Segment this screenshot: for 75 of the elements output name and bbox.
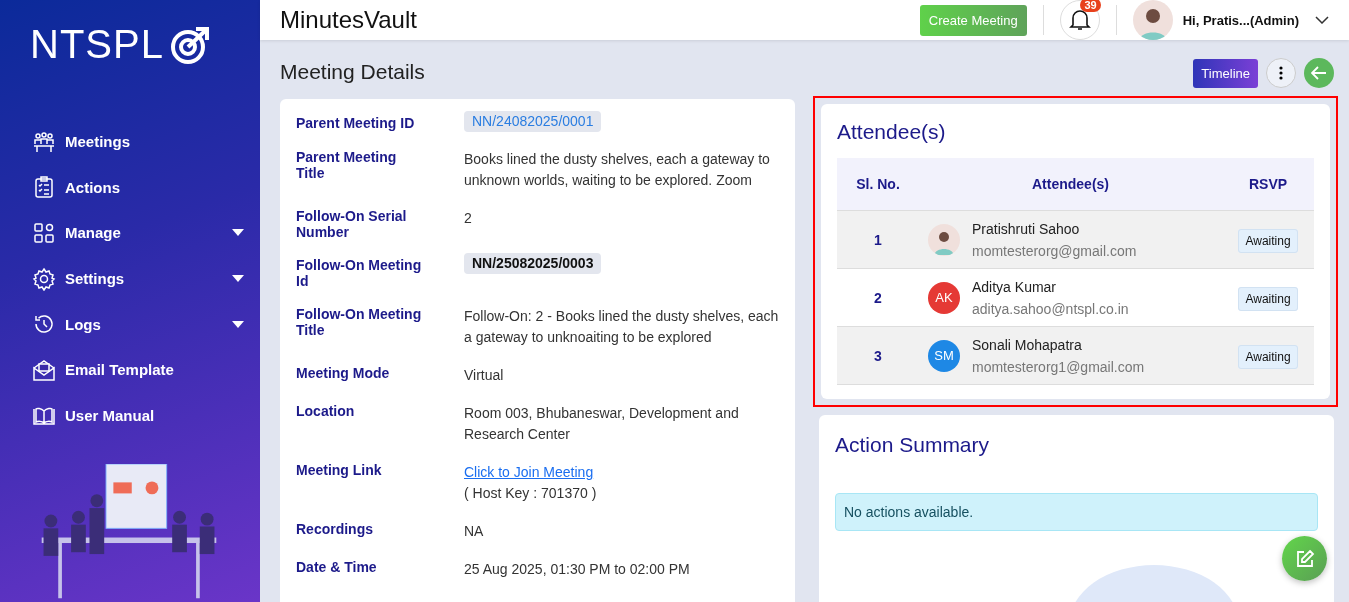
join-meeting-link[interactable]: Click to Join Meeting [464,462,594,483]
sidebar-item[interactable]: Email Template [0,346,260,393]
timeline-button[interactable]: Timeline [1193,58,1258,88]
rsvp-status-badge: Awaiting [1238,228,1298,253]
host-key-text: ( Host Key : 701370 ) [464,484,597,503]
chevron-down-icon[interactable] [1315,16,1329,24]
page-title: Meeting Details [280,60,426,84]
sidebar-item-label: Email Template [65,361,175,379]
sidebar-item-label: User Manual [65,406,156,424]
field-value: Room 003, Bhubaneswar, Development and Research Center [464,404,740,444]
user-menu[interactable]: Hi, Pratis...(Admin) [1182,12,1299,28]
column-header: Sl. No. [837,158,919,211]
sidebar-item-label: Settings [65,270,126,288]
column-header: RSVP [1222,158,1314,211]
sidebar-item[interactable]: Manage [0,210,260,256]
field-label: Meeting Link [296,462,383,480]
field-label: Meeting Mode [296,365,391,383]
field-value: Follow-On: 2 - Books lined the dusty shelves, each a gateway to unknoaiting to be explored [464,307,779,347]
field-label: Follow-On Serial Number [296,208,408,240]
attendee-name: Pratishruti Sahoo [972,220,1081,237]
field-label: Date & Time [296,559,378,577]
field-label: Follow-On Meeting Title [296,306,423,340]
more-icon [1279,66,1283,80]
attendee-name: Sonali Mohapatra [972,336,1083,353]
sidebar-item-label: Meetings [65,133,131,151]
sidebar-item[interactable]: Actions [0,164,260,211]
field-label: Location [296,403,356,421]
field-label: Parent Meeting ID [296,115,416,132]
edit-icon [1294,548,1315,569]
initials-avatar: AK [928,281,960,314]
field-label: Parent Meeting Title [296,149,398,183]
app-title: MinutesVault [280,6,418,34]
field-value: Books lined the dusty shelves, each a gateway to unknown worlds, waiting to be explored. Zoom [464,150,771,190]
rsvp-status-badge: Awaiting [1238,286,1298,311]
attendee-email: momtesterorg@gmail.com [972,242,1137,259]
avatar-silhouette [928,223,960,256]
field-value: 25 Aug 2025, 01:30 PM to 02:00 PM [464,560,690,579]
initials-avatar: SM [928,339,960,372]
bell-icon [1068,8,1091,32]
grid-icon [32,221,56,245]
sidebar-item[interactable]: Settings [0,255,260,302]
sidebar-item-label: Actions [65,178,121,196]
notification-count-badge: 39 [1080,0,1101,12]
people-icon [32,129,56,154]
gear-icon [32,266,56,291]
field-value: NA [464,522,484,541]
sidebar-item-label: Manage [65,224,122,242]
mail-icon [32,357,56,382]
back-button[interactable] [1304,58,1334,88]
sidebar-item[interactable]: Meetings [0,119,260,165]
card-title: Attendee(s) [837,120,947,144]
rsvp-status-badge: Awaiting [1238,344,1298,369]
serial-number: 2 [837,268,919,327]
card-title: Action Summary [835,433,991,457]
attendee-name: Aditya Kumar [972,278,1058,295]
column-header: Attendee(s) [919,158,1222,211]
arrow-left-icon [1311,66,1327,80]
user-avatar[interactable] [1132,0,1173,40]
sidebar-item-label: Logs [65,315,102,333]
attendee-email: aditya.sahoo@ntspl.co.in [972,300,1129,317]
field-value: 2 [464,209,472,228]
clipboard-icon [32,175,56,200]
serial-number: 3 [837,326,919,385]
sidebar-item[interactable]: User Manual [0,392,260,439]
logo-text: NTSPL [30,22,164,67]
field-label: Follow-On Meeting Id [296,257,423,289]
more-options-button[interactable] [1266,58,1296,88]
field-label: Recordings [296,521,374,539]
serial-number: 1 [837,210,919,269]
sidebar-item[interactable]: Logs [0,301,260,347]
field-value: Virtual [464,366,504,385]
notification-button[interactable]: 39 [1059,0,1100,40]
info-alert: No actions available. [835,493,1318,531]
attendee-email: momtesterorg1@gmail.com [972,358,1145,375]
meeting-id-badge: NN/25082025/0003 [464,253,602,274]
